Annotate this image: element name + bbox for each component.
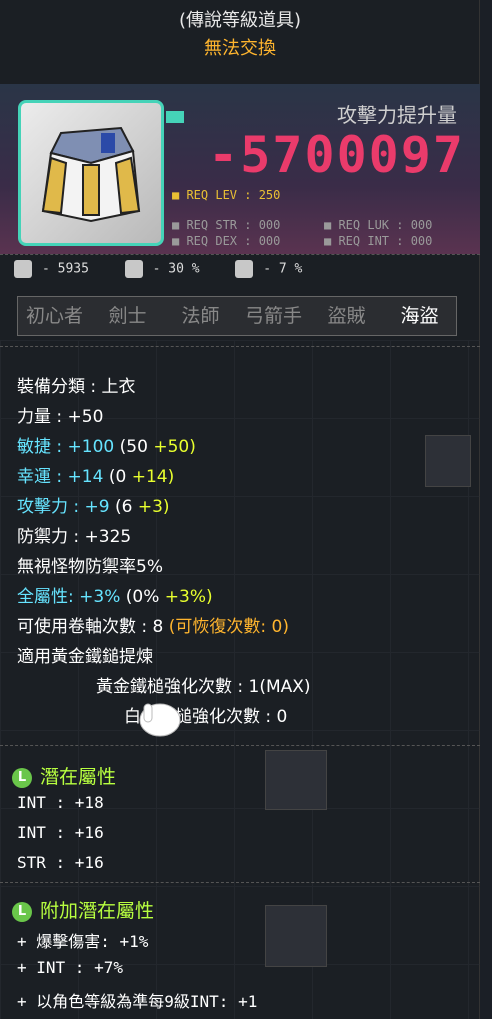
stat-summary-1: - 5935 [42, 261, 89, 277]
potential-line-3: STR : +16 [17, 853, 104, 872]
bonus-potential-line-3: + 以角色等級為準每9級INT: +1 [17, 992, 258, 1011]
divider [0, 882, 480, 883]
stat-ignore-defense: 無視怪物防禦率5% [17, 557, 163, 577]
shield-icon [235, 260, 254, 278]
bg-slot [425, 435, 471, 487]
job-pirate: 海盜 [400, 305, 439, 327]
stat-attack: 攻擊力 : +9 (6 +3) [17, 497, 170, 517]
legendary-badge-icon: L [12, 768, 32, 788]
stat-summary-row: - 5935 - 30 % - 7 % [14, 260, 469, 284]
divider [0, 254, 480, 255]
bonus-potential-title: L 附加潛在屬性 [12, 896, 154, 923]
stat-dex: 敏捷 : +100 (50 +50) [17, 437, 196, 457]
stat-summary-2: - 30 % [152, 261, 200, 277]
potential-line-2: INT : +16 [17, 823, 104, 842]
hand-cursor-icon [139, 703, 181, 737]
job-beginner: 初心者 [25, 305, 83, 327]
golden-hammer-note: 適用黃金鐵鎚提煉 [17, 647, 153, 667]
bg-slot [265, 750, 327, 810]
equip-category: 裝備分類 : 上衣 [17, 377, 136, 397]
bonus-potential-line-2: + INT : +7% [17, 958, 123, 977]
req-str: ■ REQ STR : 000 [172, 218, 281, 232]
item-flag-icon [166, 111, 184, 123]
legendary-badge-icon: L [12, 902, 32, 922]
trade-status: 無法交換 [204, 38, 276, 59]
item-header: (傳說等級道具) 無法交換 [0, 0, 480, 82]
rarity-label: (傳說等級道具) [178, 10, 302, 31]
item-tooltip-panel: (傳說等級道具) 無法交換 攻擊力提升量 -5700097 ■ REQ LEV … [0, 0, 480, 1019]
req-int: ■ REQ INT : 000 [324, 234, 433, 248]
bonus-potential-line-1: + 爆擊傷害: +1% [17, 932, 149, 951]
attack-change-label: 攻擊力提升量 [337, 103, 457, 127]
potential-line-1: INT : +18 [17, 793, 104, 812]
scroll-slots: 可使用卷軸次數 : 8 (可恢復次數: 0) [17, 617, 289, 637]
stat-defense: 防禦力 : +325 [17, 527, 132, 547]
stat-summary-3: - 7 % [263, 261, 303, 277]
boss-damage-icon [14, 260, 32, 278]
job-requirement-bar: 初心者 劍士 法師 弓箭手 盜賊 海盜 [17, 296, 457, 336]
bg-slot [265, 905, 327, 967]
stat-str: 力量 : +50 [17, 407, 104, 427]
armor-icon [41, 126, 141, 223]
req-dex: ■ REQ DEX : 000 [172, 234, 281, 248]
divider [0, 745, 480, 746]
attack-change-value: -5700097 [208, 126, 465, 184]
job-warrior: 劍士 [108, 305, 147, 327]
job-magician: 法師 [181, 305, 220, 327]
req-level: ■ REQ LEV : 250 [172, 188, 281, 202]
divider [0, 346, 480, 347]
stat-luk: 幸運 : +14 (0 +14) [17, 467, 175, 487]
golden-hammer-count: 黃金鐵槌強化次數 : 1(MAX) [96, 677, 311, 697]
req-luk: ■ REQ LUK : 000 [324, 218, 433, 232]
job-bowman: 弓箭手 [244, 305, 302, 327]
potential-title: L 潛在屬性 [12, 762, 116, 789]
ignore-defense-icon [124, 260, 143, 278]
job-thief: 盜賊 [327, 305, 366, 327]
stat-all: 全屬性: +3% (0% +3%) [17, 587, 213, 607]
item-icon-frame [18, 100, 164, 246]
